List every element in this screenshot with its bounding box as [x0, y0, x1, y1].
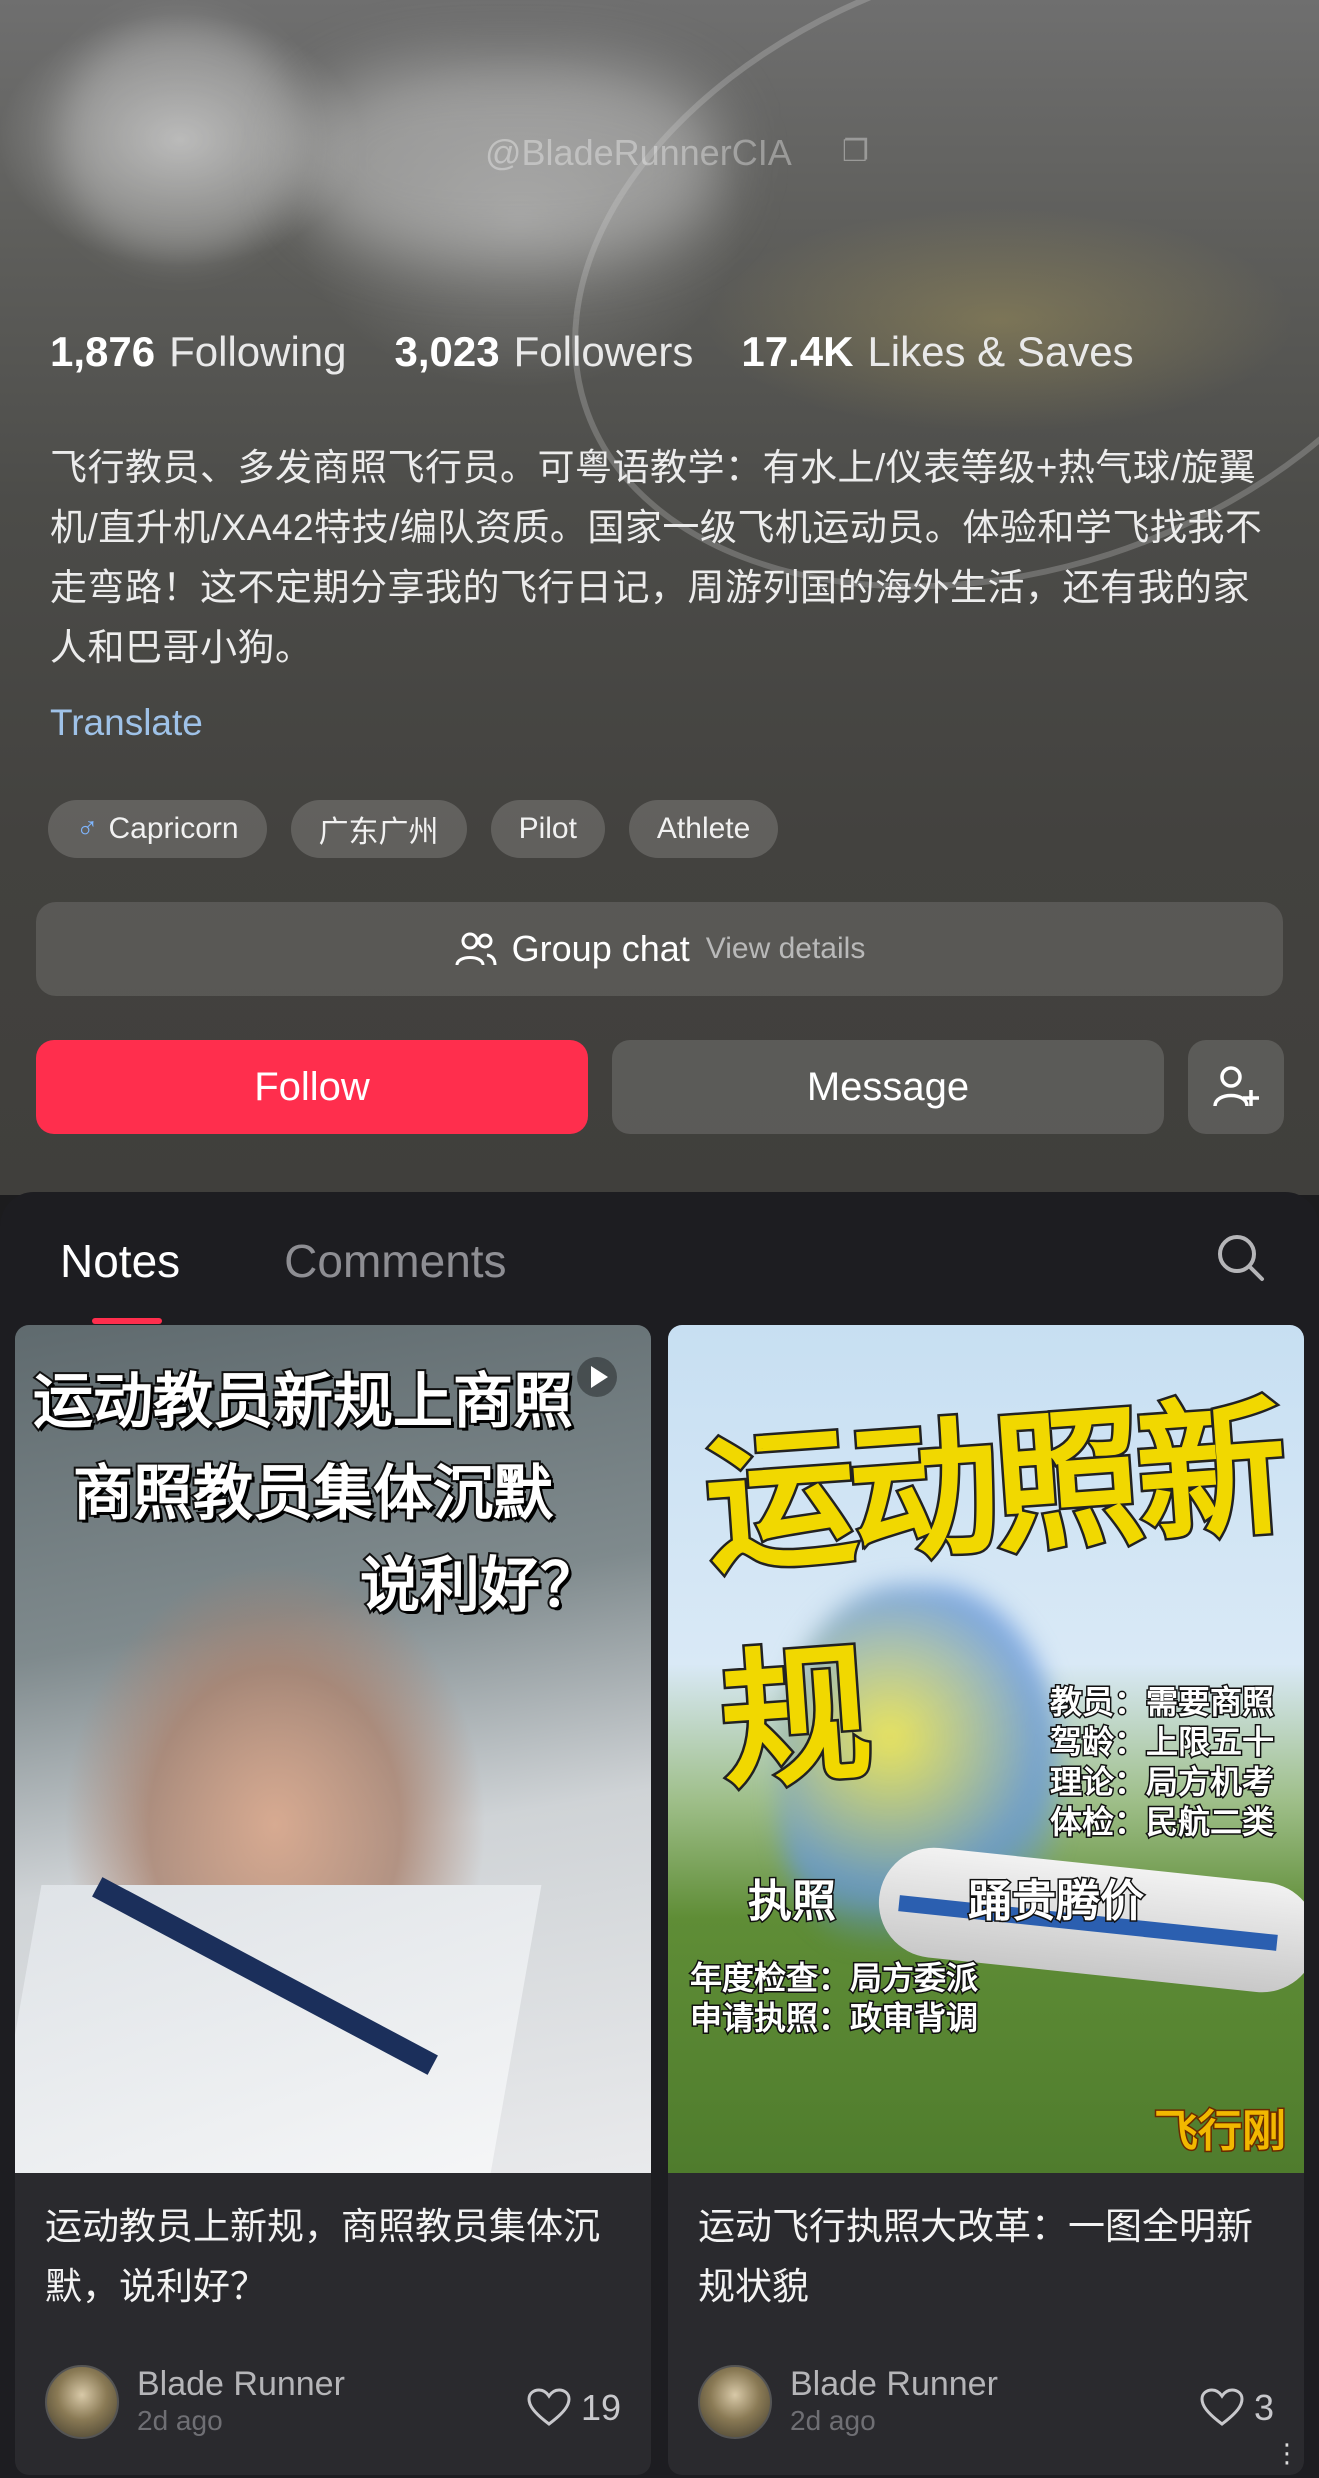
following-stat[interactable]: 1,876 Following	[50, 328, 347, 376]
author-avatar[interactable]	[45, 2365, 119, 2439]
cover-bottom-line: 申请执照：政审背调	[688, 1998, 979, 2039]
likes-saves-count: 17.4K	[741, 328, 854, 375]
tag-label: Athlete	[656, 812, 751, 845]
like-button[interactable]: 19	[527, 2387, 621, 2429]
video-play-icon	[577, 1357, 617, 1397]
heart-icon	[1200, 2388, 1244, 2426]
following-label: Following	[169, 328, 347, 375]
tag-label: Pilot	[518, 812, 577, 845]
cover-text-line: 商照教员集体沉默	[71, 1457, 555, 1531]
profile-avatar[interactable]	[60, 20, 300, 260]
cover-mid-text: 踊贵腾价	[967, 1875, 1146, 1929]
profile-tags: ♂ Capricorn 广东广州 Pilot Athlete	[48, 800, 779, 858]
likes-saves-stat[interactable]: 17.4K Likes & Saves	[741, 328, 1133, 376]
note-card[interactable]: 运动照新规 教员：需要商照 驾龄：上限五十 理论：局方机考 体检：民航二类 执照…	[668, 1325, 1304, 2475]
cover-mid-text: 执照	[747, 1875, 838, 1929]
tag-pilot[interactable]: Pilot	[490, 800, 605, 858]
group-chat-view-details: View details	[705, 932, 866, 965]
note-title[interactable]: 运动飞行执照大改革：一图全明新规状貌	[698, 2197, 1278, 2317]
like-button[interactable]: 3	[1200, 2387, 1274, 2429]
tag-location[interactable]: 广东广州	[290, 800, 467, 858]
following-count: 1,876	[50, 328, 156, 375]
translate-link[interactable]: Translate	[50, 702, 203, 744]
note-author[interactable]: Blade Runner 2d ago	[698, 2365, 998, 2439]
tag-label: Capricorn	[108, 812, 239, 845]
note-cover-image[interactable]: 运动教员新规上商照 商照教员集体沉默 说利好？	[15, 1325, 651, 2173]
followers-label: Followers	[513, 328, 694, 375]
message-button[interactable]: Message	[612, 1040, 1164, 1134]
note-author[interactable]: Blade Runner 2d ago	[45, 2365, 345, 2439]
add-friend-button[interactable]	[1188, 1040, 1284, 1134]
group-users-icon	[455, 932, 497, 966]
profile-bio: 飞行教员、多发商照飞行员。可粤语教学：有水上/仪表等级+热气球/旋翼机/直升机/…	[50, 447, 1263, 668]
note-cover-image[interactable]: 运动照新规 教员：需要商照 驾龄：上限五十 理论：局方机考 体检：民航二类 执照…	[668, 1325, 1304, 2173]
cover-brand-logo: 飞行刚	[1153, 2105, 1288, 2159]
tab-comments[interactable]: Comments	[284, 1234, 506, 1288]
like-count: 19	[580, 2387, 621, 2428]
post-time: 2d ago	[790, 2405, 876, 2436]
note-card[interactable]: 运动教员新规上商照 商照教员集体沉默 说利好？ 运动教员上新规，商照教员集体沉默…	[15, 1325, 651, 2475]
followers-count: 3,023	[394, 328, 500, 375]
note-title[interactable]: 运动教员上新规，商照教员集体沉默，说利好？	[45, 2197, 625, 2317]
tag-label: 广东广州	[318, 816, 439, 849]
like-count: 3	[1253, 2387, 1274, 2428]
likes-saves-label: Likes & Saves	[867, 328, 1134, 375]
male-symbol-icon: ♂	[76, 812, 99, 845]
floating-menu-icon[interactable]: ⋮	[1274, 2438, 1300, 2469]
profile-actions: Follow Message	[36, 1040, 1284, 1134]
heart-icon	[527, 2388, 571, 2426]
group-chat-label: Group chat	[511, 928, 690, 969]
tag-capricorn[interactable]: ♂ Capricorn	[48, 800, 267, 858]
author-avatar[interactable]	[698, 2365, 772, 2439]
profile-stats: 1,876 Following 3,023 Followers 17.4K Likes…	[50, 328, 1134, 376]
tab-notes[interactable]: Notes	[60, 1234, 180, 1324]
tag-athlete[interactable]: Athlete	[628, 800, 779, 858]
profile-tabs: Notes Comments	[60, 1234, 507, 1324]
cover-text-line: 说利好？	[358, 1549, 602, 1623]
cover-rule-line: 体检：民航二类	[1048, 1802, 1275, 1843]
post-time: 2d ago	[137, 2405, 223, 2436]
author-name: Blade Runner	[137, 2365, 345, 2403]
cover-pilot-shirt	[15, 1885, 542, 2173]
profile-handle: @BladeRunnerCIA	[485, 132, 792, 173]
add-user-icon	[1213, 1066, 1259, 1107]
author-name: Blade Runner	[790, 2365, 998, 2403]
follow-button[interactable]: Follow	[36, 1040, 588, 1134]
copy-icon[interactable]: ❐	[842, 134, 869, 169]
profile-header: @BladeRunnerCIA ❐ 1,876 Following 3,023 Fo…	[0, 0, 1319, 1195]
search-icon	[1218, 1235, 1264, 1281]
cover-text-line: 运动教员新规上商照	[31, 1365, 575, 1439]
search-button[interactable]	[1213, 1230, 1267, 1289]
followers-stat[interactable]: 3,023 Followers	[395, 328, 694, 376]
group-chat-button[interactable]: Group chat View details	[36, 902, 1283, 996]
